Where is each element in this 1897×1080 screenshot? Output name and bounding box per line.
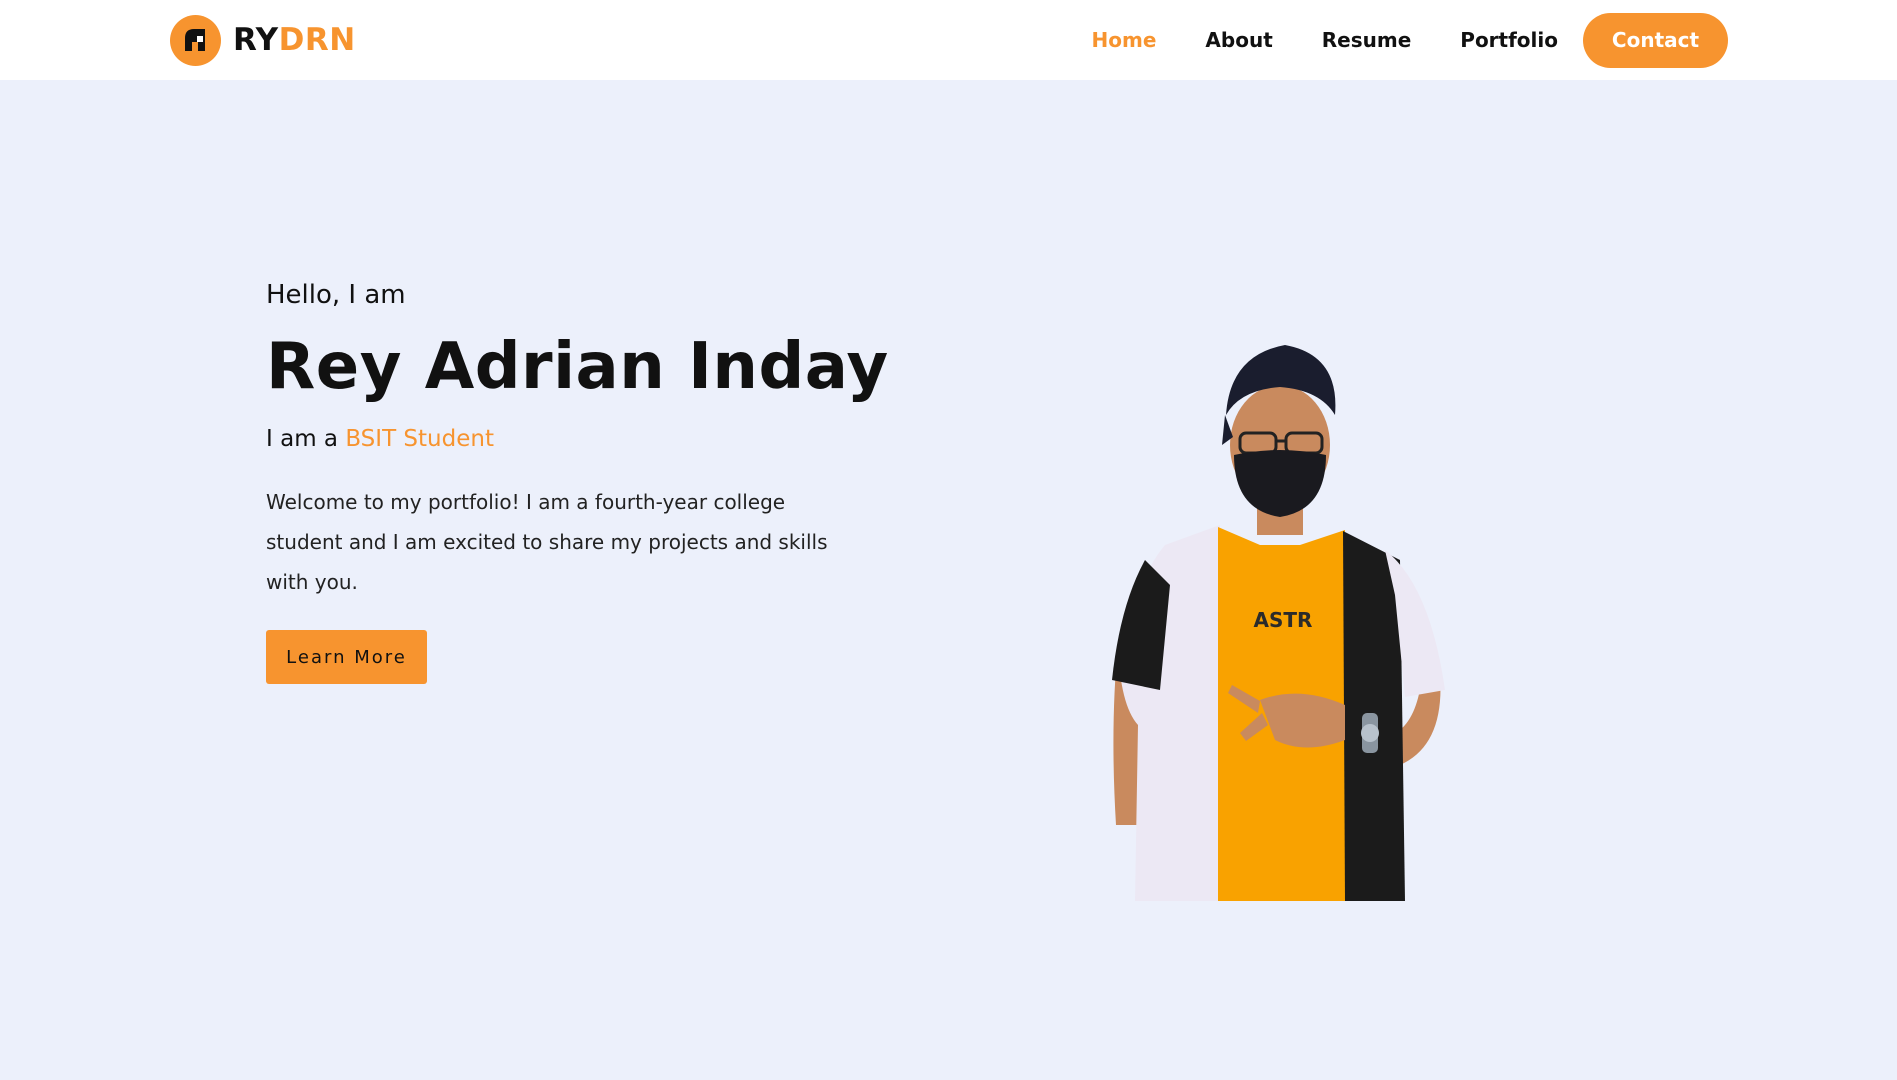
logo-text-drn: DRN: [278, 22, 356, 58]
hero-role-highlight: BSIT Student: [345, 426, 494, 452]
logo-icon: [170, 14, 221, 66]
shirt-print-text: ASTR: [1254, 608, 1313, 632]
learn-more-button[interactable]: Learn More: [266, 630, 427, 684]
hero-name: Rey Adrian Inday: [266, 330, 889, 404]
hero-description: Welcome to my portfolio! I am a fourth-y…: [266, 490, 828, 594]
hero-section: Hello, I am Rey Adrian Inday I am a BSIT…: [266, 280, 889, 684]
nav-portfolio[interactable]: Portfolio: [1460, 28, 1558, 52]
site-header: RYDRN Home About Resume Portfolio Contac…: [0, 0, 1897, 80]
hero-greeting: Hello, I am: [266, 280, 406, 310]
logo-text: RYDRN: [233, 22, 356, 58]
nav-resume[interactable]: Resume: [1322, 28, 1412, 52]
contact-button[interactable]: Contact: [1583, 12, 1728, 68]
nav-home[interactable]: Home: [1092, 28, 1157, 52]
hero-role-prefix: I am a: [266, 426, 346, 452]
main-nav: Home About Resume Portfolio Contact: [1092, 0, 1728, 80]
logo-text-ry: RY: [233, 22, 279, 58]
hero-role: I am a BSIT Student: [266, 426, 866, 452]
site-logo[interactable]: RYDRN: [170, 14, 356, 66]
profile-photo: ASTR: [1112, 345, 1445, 901]
nav-about[interactable]: About: [1205, 28, 1272, 52]
